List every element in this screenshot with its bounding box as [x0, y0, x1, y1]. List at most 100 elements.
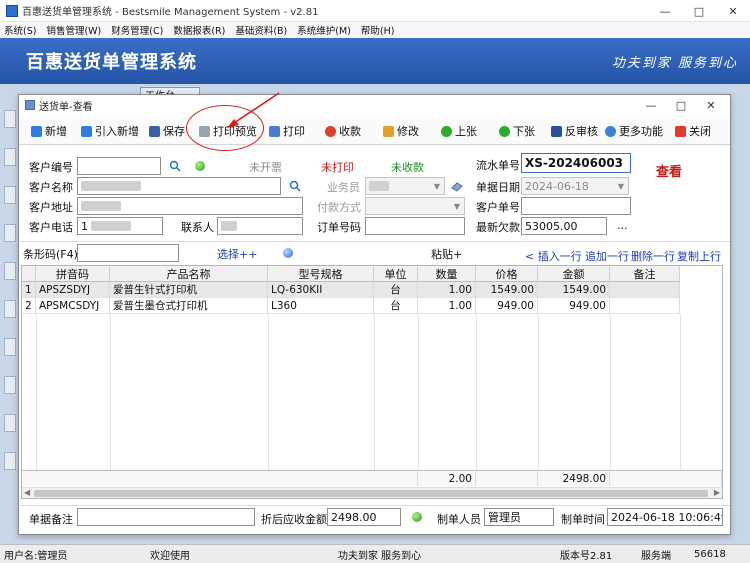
minimize-button[interactable]: — — [648, 0, 682, 22]
table-cell-quantity[interactable]: 1.00 — [418, 282, 476, 298]
column-header-note[interactable]: 备注 — [610, 266, 680, 282]
latest-debt-more-button[interactable]: ... — [617, 219, 628, 232]
scroll-left-icon[interactable]: ◀ — [24, 488, 30, 497]
side-shortcut[interactable] — [4, 376, 16, 394]
save-button[interactable]: 保存 — [149, 122, 185, 140]
remark-label: 单据备注 — [29, 513, 73, 526]
table-cell-unit[interactable]: 台 — [374, 282, 418, 298]
payment-method-select[interactable]: ▼ — [365, 197, 465, 215]
column-header-price[interactable]: 价格 — [476, 266, 538, 282]
search-icon[interactable] — [169, 160, 181, 172]
import-new-button[interactable]: 引入新增 — [81, 122, 139, 140]
column-header-unit[interactable]: 单位 — [374, 266, 418, 282]
table-cell-price[interactable]: 1549.00 — [476, 282, 538, 298]
new-button[interactable]: 新增 — [31, 122, 67, 140]
customer-address-field[interactable] — [77, 197, 303, 215]
menu-reports[interactable]: 数据报表(R) — [173, 23, 225, 37]
menu-help[interactable]: 帮助(H) — [361, 23, 395, 37]
customer-name-field[interactable] — [77, 177, 281, 195]
customer-address-label: 客户地址 — [29, 201, 73, 214]
copy-prev-row-link[interactable]: 复制上行 — [677, 248, 721, 264]
table-row-index[interactable]: 1 — [22, 282, 36, 298]
menu-sales[interactable]: 销售管理(W) — [46, 23, 101, 37]
side-shortcut[interactable] — [4, 300, 16, 318]
side-shortcut[interactable] — [4, 224, 16, 242]
receive-button[interactable]: 收款 — [325, 122, 361, 140]
table-cell-amount[interactable]: 949.00 — [538, 298, 610, 314]
side-shortcut[interactable] — [4, 414, 16, 432]
side-shortcut[interactable] — [4, 452, 16, 470]
table-cell-note[interactable] — [610, 298, 680, 314]
menu-basic-data[interactable]: 基础资料(B) — [235, 23, 287, 37]
table-row-index[interactable]: 2 — [22, 298, 36, 314]
side-shortcut[interactable] — [4, 110, 16, 128]
child-minimize-button[interactable]: — — [636, 95, 666, 115]
next-button[interactable]: 下张 — [499, 122, 535, 140]
side-shortcut[interactable] — [4, 338, 16, 356]
latest-debt-field[interactable]: 53005.00 — [521, 217, 607, 235]
more-functions-button[interactable]: 更多功能 — [605, 122, 663, 140]
search-icon[interactable] — [289, 180, 301, 192]
coins-icon — [325, 125, 336, 137]
table-cell-name[interactable]: 爱普生针式打印机 — [110, 282, 268, 298]
table-cell-model[interactable]: LQ-630KII — [268, 282, 374, 298]
table-cell-code[interactable]: APSZSDYJ — [36, 282, 110, 298]
column-header-quantity[interactable]: 数量 — [418, 266, 476, 282]
modify-button[interactable]: 修改 — [383, 122, 419, 140]
table-cell-note[interactable] — [610, 282, 680, 298]
receivable-label: 折后应收金额 — [261, 513, 327, 526]
column-header-pinyin-code[interactable]: 拼音码 — [36, 266, 110, 282]
table-cell-amount[interactable]: 1549.00 — [538, 282, 610, 298]
insert-row-link[interactable]: < 插入一行 — [525, 248, 582, 264]
side-shortcut[interactable] — [4, 148, 16, 166]
paste-button[interactable]: 粘贴+ — [431, 246, 462, 262]
select-link[interactable]: 选择++ — [217, 246, 257, 262]
maker-field[interactable]: 管理员 — [484, 508, 554, 526]
main-title-bar: 百惠送货单管理系统 - Bestsmile Management System … — [0, 0, 750, 22]
close-button[interactable]: 关闭 — [675, 122, 711, 140]
prev-button[interactable]: 上张 — [441, 122, 477, 140]
add-row-link[interactable]: 追加一行 — [585, 248, 629, 264]
close-window-button[interactable]: ✕ — [716, 0, 750, 22]
salesman-select[interactable]: ▼ — [365, 177, 445, 195]
make-time-field[interactable]: 2024-06-18 10:06:49 — [607, 508, 723, 526]
column-header-amount[interactable]: 金额 — [538, 266, 610, 282]
scroll-right-icon[interactable]: ▶ — [714, 488, 720, 497]
order-no-field[interactable] — [365, 217, 465, 235]
horizontal-scrollbar[interactable]: ◀ ▶ — [22, 487, 722, 498]
menu-system[interactable]: 系统(S) — [4, 23, 36, 37]
table-cell-quantity[interactable]: 1.00 — [418, 298, 476, 314]
remark-field[interactable] — [77, 508, 255, 526]
column-header-model[interactable]: 型号规格 — [268, 266, 374, 282]
maximize-button[interactable]: □ — [682, 0, 716, 22]
contact-field[interactable] — [217, 217, 303, 235]
table-cell-code[interactable]: APSMCSDYJ — [36, 298, 110, 314]
unapprove-button[interactable]: 反审核 — [551, 122, 598, 140]
toolbar: 新增 引入新增 保存 打印预览 打印 收款 修改 上张 下张 反审核 更多功能 — [19, 117, 730, 145]
globe-icon[interactable] — [283, 248, 293, 258]
column-header-product-name[interactable]: 产品名称 — [110, 266, 268, 282]
table-cell-unit[interactable]: 台 — [374, 298, 418, 314]
barcode-field[interactable] — [77, 244, 179, 262]
side-shortcut[interactable] — [4, 186, 16, 204]
child-title-bar: 送货单-查看 — □ ✕ — [19, 95, 730, 115]
child-close-button[interactable]: ✕ — [696, 95, 726, 115]
side-shortcut[interactable] — [4, 262, 16, 280]
table-cell-model[interactable]: L360 — [268, 298, 374, 314]
delete-row-link[interactable]: 删除一行 — [631, 248, 675, 264]
menu-finance[interactable]: 财务管理(C) — [111, 23, 163, 37]
customer-code-field[interactable] — [77, 157, 161, 175]
customer-bill-field[interactable] — [521, 197, 631, 215]
eraser-icon[interactable] — [451, 180, 463, 192]
salesman-label: 业务员 — [327, 181, 360, 194]
serial-no-field[interactable]: XS-202406003 — [521, 153, 631, 173]
table-cell-price[interactable]: 949.00 — [476, 298, 538, 314]
scrollbar-thumb[interactable] — [34, 490, 708, 497]
table-cell-name[interactable]: 爱普生墨仓式打印机 — [110, 298, 268, 314]
child-maximize-button[interactable]: □ — [666, 95, 696, 115]
receivable-field[interactable]: 2498.00 — [327, 508, 401, 526]
customer-phone-field[interactable]: 1 — [77, 217, 163, 235]
menu-maintenance[interactable]: 系统维护(M) — [297, 23, 351, 37]
status-green-dot-icon — [412, 512, 422, 522]
bill-date-field[interactable]: 2024-06-18 ▼ — [521, 177, 629, 195]
